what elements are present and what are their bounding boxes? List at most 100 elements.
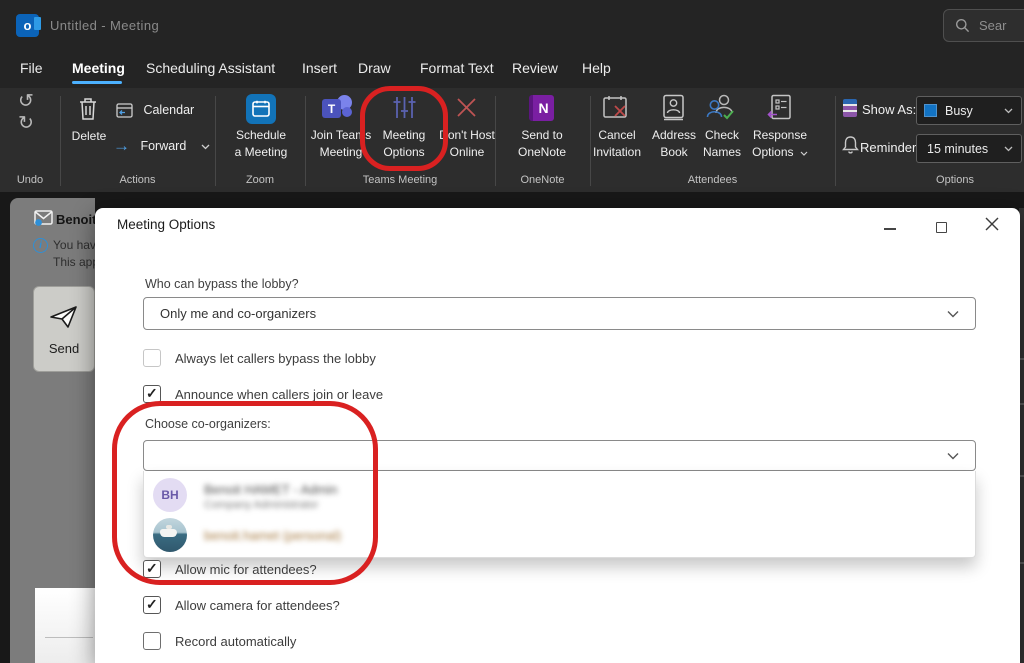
tab-format-text[interactable]: Format Text	[420, 60, 494, 76]
checkbox-allow-camera-label: Allow camera for attendees?	[175, 598, 340, 613]
check-names-icon	[706, 93, 736, 121]
tab-scheduling-assistant[interactable]: Scheduling Assistant	[146, 60, 275, 76]
ribbon: ↺ ↻ Undo Delete Calendar → Forward Actio…	[0, 88, 1024, 192]
checkbox-allow-mic[interactable]	[143, 560, 161, 578]
tab-review[interactable]: Review	[512, 60, 558, 76]
avatar-photo	[153, 518, 187, 552]
chevron-down-icon	[947, 310, 959, 318]
reminder-dropdown[interactable]: 15 minutes	[916, 134, 1022, 163]
compose-info-line-1: You hav	[53, 238, 96, 252]
checkbox-announce-label: Announce when callers join or leave	[175, 387, 383, 402]
compose-body-edge	[35, 588, 95, 663]
group-divider	[215, 96, 216, 186]
tab-meeting[interactable]: Meeting	[72, 60, 125, 76]
avatar-initials: BH	[153, 478, 187, 512]
schedule-button-label-2: a Meeting	[221, 144, 301, 161]
group-label-teams-meeting: Teams Meeting	[305, 174, 495, 186]
search-box[interactable]	[943, 9, 1024, 42]
search-icon	[955, 18, 970, 33]
checkbox-record-automatically[interactable]	[143, 632, 161, 650]
chevron-down-icon	[800, 151, 808, 156]
response-options-icon	[767, 94, 792, 121]
lobby-question-label: Who can bypass the lobby?	[145, 277, 299, 291]
show-as-label: Show As:	[862, 102, 916, 117]
info-icon: i	[33, 238, 48, 253]
check-names-button[interactable]	[706, 93, 736, 121]
chevron-down-icon	[201, 144, 210, 150]
send-onenote-label-1: Send to	[504, 127, 580, 144]
dont-host-label-1: Don't Host	[428, 127, 506, 144]
compose-info-line-2: This app	[53, 255, 99, 269]
forward-arrow-icon: →	[113, 136, 130, 155]
response-options-label-2: Options	[742, 144, 818, 161]
join-teams-meeting-button[interactable]: T	[322, 95, 356, 123]
paper-plane-icon	[48, 303, 80, 331]
busy-status-swatch	[924, 104, 937, 117]
suggestion-name: Benoit HAMET - Admin	[204, 482, 337, 497]
onenote-icon: N	[529, 95, 554, 121]
reminder-value: 15 minutes	[927, 142, 988, 156]
chevron-down-icon	[1004, 108, 1013, 114]
minimize-button[interactable]	[884, 228, 896, 230]
group-label-attendees: Attendees	[590, 174, 835, 186]
forward-button-label: Forward	[140, 139, 186, 153]
envelope-icon	[34, 210, 53, 226]
undo-button[interactable]: ↺	[18, 92, 34, 112]
show-as-dropdown[interactable]: Busy	[916, 96, 1022, 125]
checkbox-always-bypass[interactable]	[143, 349, 161, 367]
search-input[interactable]	[979, 18, 1023, 33]
window-title: Untitled - Meeting	[50, 18, 159, 33]
reminder-label: Reminder:	[860, 140, 920, 155]
delete-button-label: Delete	[58, 128, 120, 145]
compose-body-rule	[45, 637, 93, 638]
coorganizers-suggestion-list: BH Benoit HAMET - Admin Company Administ…	[143, 471, 976, 558]
schedule-button-label-1: Schedule	[221, 127, 301, 144]
chevron-down-icon	[947, 452, 959, 460]
chevron-down-icon	[1004, 146, 1013, 152]
calendar-button[interactable]: Calendar	[116, 101, 194, 119]
checkbox-allow-mic-label: Allow mic for attendees?	[175, 562, 317, 577]
tab-draw[interactable]: Draw	[358, 60, 391, 76]
lobby-bypass-dropdown[interactable]: Only me and co-organizers	[143, 297, 976, 330]
calendar-icon	[116, 102, 133, 118]
suggestion-subtitle: Company Administrator	[204, 499, 318, 511]
coorganizers-input[interactable]	[143, 440, 976, 471]
trash-icon	[76, 96, 100, 122]
redo-button[interactable]: ↻	[18, 114, 34, 134]
cancel-invitation-button[interactable]	[602, 94, 630, 121]
send-onenote-label-2: OneNote	[504, 144, 580, 161]
meeting-options-button[interactable]	[391, 94, 418, 121]
response-options-button[interactable]	[767, 94, 792, 121]
checkbox-allow-camera[interactable]	[143, 596, 161, 614]
title-bar: o Untitled - Meeting	[0, 0, 1024, 50]
send-button[interactable]: Send	[33, 286, 95, 372]
group-divider	[835, 96, 836, 186]
coorganizers-label: Choose co-organizers:	[145, 417, 271, 431]
tab-insert[interactable]: Insert	[302, 60, 337, 76]
maximize-button[interactable]	[936, 222, 947, 233]
dont-host-label-2: Online	[428, 144, 506, 161]
close-button[interactable]	[984, 216, 1000, 232]
lobby-selected-value: Only me and co-organizers	[160, 306, 316, 321]
sliders-icon	[391, 94, 418, 121]
calendar-button-label: Calendar	[143, 103, 194, 117]
show-as-icon	[843, 99, 857, 117]
forward-button[interactable]: → Forward	[113, 136, 210, 156]
outlook-meeting-window: o Untitled - Meeting File Meeting Schedu…	[0, 0, 1024, 663]
checkbox-announce[interactable]	[143, 385, 161, 403]
address-book-button[interactable]	[662, 94, 685, 121]
send-button-label: Send	[49, 341, 79, 356]
address-book-icon	[662, 94, 685, 121]
dont-host-online-button[interactable]	[455, 96, 478, 119]
send-to-onenote-button[interactable]: N	[529, 95, 554, 121]
delete-button[interactable]	[76, 96, 100, 122]
schedule-a-meeting-button[interactable]	[246, 94, 276, 124]
group-label-undo: Undo	[0, 174, 60, 186]
zoom-schedule-meeting-icon	[246, 94, 276, 124]
ribbon-tab-bar: File Meeting Scheduling Assistant Insert…	[0, 50, 1024, 88]
tab-file[interactable]: File	[20, 60, 43, 76]
bell-icon	[842, 135, 859, 154]
boat-photo-shape	[160, 529, 177, 537]
dialog-title: Meeting Options	[117, 217, 215, 232]
tab-help[interactable]: Help	[582, 60, 611, 76]
